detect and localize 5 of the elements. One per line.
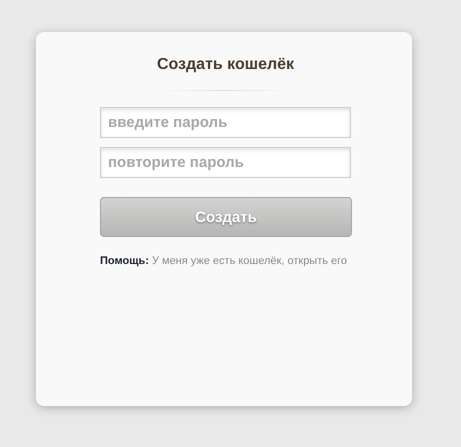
help-text: Помощь: У меня уже есть кошелёк, открыть его bbox=[100, 255, 348, 267]
password-field[interactable]: введите пароль bbox=[100, 107, 351, 138]
password-field[interactable]: повторите пароль bbox=[100, 147, 351, 178]
create-button[interactable]: Создать bbox=[100, 197, 352, 237]
card-title: Создать кошелёк bbox=[156, 56, 296, 74]
